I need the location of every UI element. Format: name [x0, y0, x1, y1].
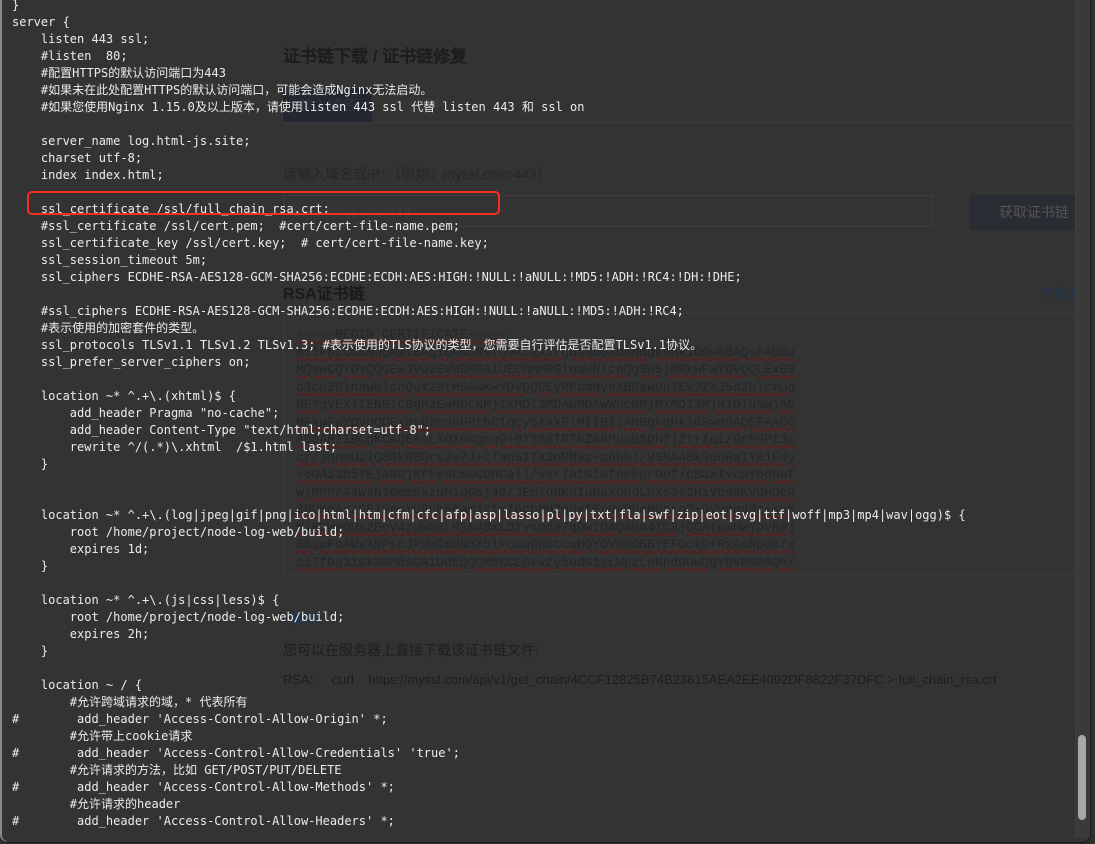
- code-line: # add_header 'Access-Control-Allow-Metho…: [12, 780, 395, 794]
- code-line: }: [12, 559, 49, 573]
- code-line: }: [12, 457, 49, 471]
- code-line: location ~* ^.+\.(xhtml)$ {: [12, 389, 236, 403]
- code-line: server {: [12, 15, 70, 29]
- code-line: #ssl_ciphers ECDHE-RSA-AES128-GCM-SHA256…: [12, 304, 684, 318]
- code-line: #允许带上cookie请求: [12, 729, 193, 743]
- code-line: ssl_protocols TLSv1.1 TLSv1.2 TLSv1.3; #…: [12, 338, 703, 352]
- code-line: server_name log.html-js.site;: [12, 134, 251, 148]
- highlight-box: [27, 191, 500, 215]
- code-line: #listen 80;: [12, 49, 128, 63]
- code-line: #允许请求的方法，比如 GET/POST/PUT/DELETE: [12, 763, 342, 777]
- code-line: expires 1d;: [12, 542, 150, 556]
- code-line: }: [12, 644, 49, 658]
- code-line: location ~* ^.+\.(log|jpeg|gif|png|ico|h…: [12, 508, 966, 522]
- code-line: location ~ / {: [12, 678, 143, 692]
- code-line: }: [12, 0, 20, 12]
- code-line: rewrite ^/(.*)\.xhtml /$1.html last;: [12, 440, 338, 454]
- code-line: listen 443 ssl;: [12, 32, 150, 46]
- fetch-chain-button[interactable]: 获取证书链: [969, 195, 1090, 230]
- code-line: #允许请求的header: [12, 797, 181, 811]
- code-line: charset utf-8;: [12, 151, 143, 165]
- code-line: #表示使用的加密套件的类型。: [12, 321, 205, 335]
- code-line: location ~* ^.+\.(js|css|less)$ {: [12, 593, 280, 607]
- code-line: ssl_prefer_server_ciphers on;: [12, 355, 251, 369]
- code-line: #允许跨域请求的域，* 代表所有: [12, 695, 248, 709]
- editor-window: 证书链下载 / 证书链修复 输入域名 上传证书 请输入域名或IP：（例如：mys…: [0, 0, 1091, 843]
- code-line: expires 2h;: [12, 627, 150, 641]
- scrollbar-track[interactable]: [1075, 0, 1090, 838]
- code-line: ssl_session_timeout 5m;: [12, 253, 208, 267]
- code-line: ssl_ciphers ECDHE-RSA-AES128-GCM-SHA256:…: [12, 270, 742, 284]
- code-line: #配置HTTPS的默认访问端口为443: [12, 66, 226, 80]
- code-line: #如果未在此处配置HTTPS的默认访问端口，可能会造成Nginx无法启动。: [12, 83, 433, 97]
- code-line: add_header Content-Type "text/html;chars…: [12, 423, 432, 437]
- code-line: # add_header 'Access-Control-Allow-Crede…: [12, 746, 460, 760]
- code-line: root /home/project/node-log-web/build;: [12, 525, 345, 539]
- code-line: ssl_certificate_key /ssl/cert.key; # cer…: [12, 236, 489, 250]
- code-line: add_header Pragma "no-cache";: [12, 406, 280, 420]
- code-line: # add_header 'Access-Control-Allow-Heade…: [12, 814, 395, 828]
- scrollbar-thumb[interactable]: [1078, 735, 1086, 820]
- code-line: # add_header 'Access-Control-Allow-Origi…: [12, 712, 388, 726]
- code-editor[interactable]: } server { listen 443 ssl; #listen 80; #配…: [12, 0, 966, 830]
- code-line: root /home/project/node-log-web/build;: [12, 610, 345, 624]
- code-line: #如果您使用Nginx 1.15.0及以上版本，请使用listen 443 ss…: [12, 100, 585, 114]
- code-line: #ssl_certificate /ssl/cert.pem; #cert/ce…: [12, 219, 460, 233]
- code-line: index index.html;: [12, 168, 164, 182]
